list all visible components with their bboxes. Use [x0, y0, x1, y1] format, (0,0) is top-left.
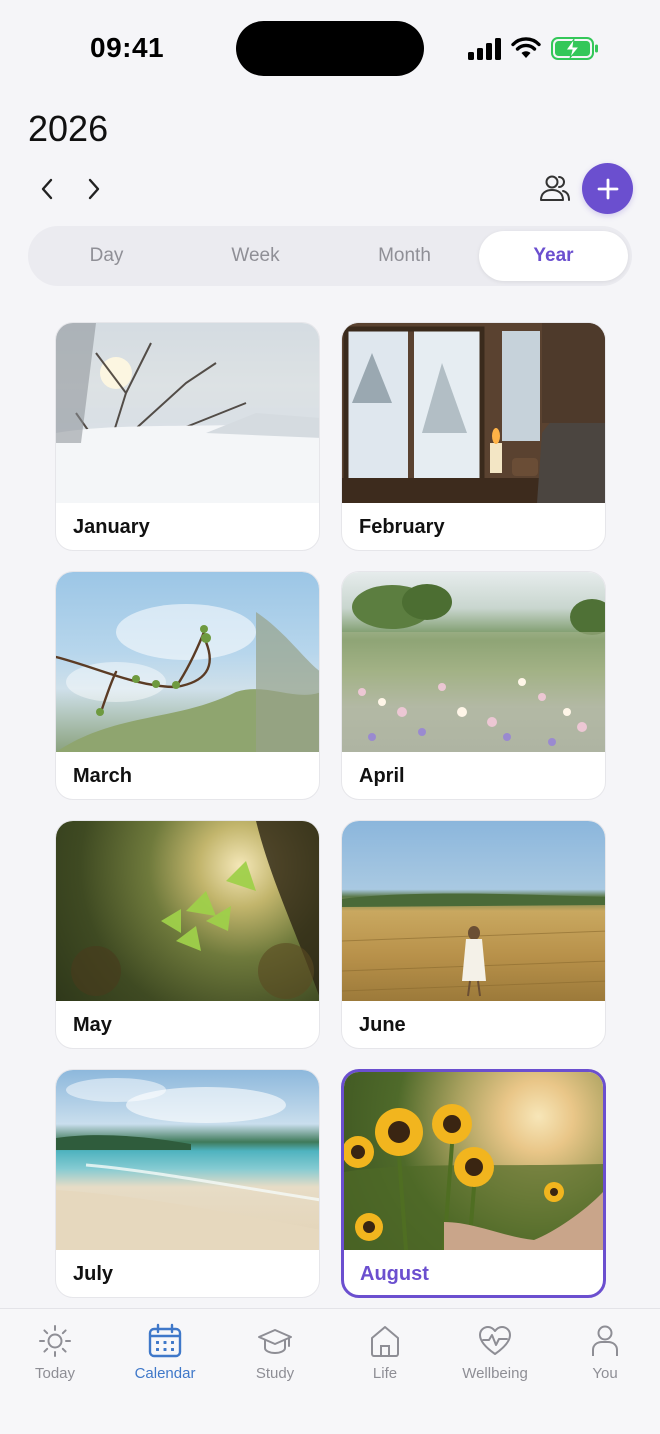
month-photo	[342, 572, 605, 752]
month-photo	[342, 821, 605, 1001]
previous-year-button[interactable]	[32, 174, 62, 204]
graduation-cap-icon	[258, 1329, 292, 1355]
month-photo	[56, 1070, 319, 1250]
month-label: January	[73, 516, 150, 538]
tab-label: Study	[255, 1365, 295, 1382]
shared-people-button[interactable]	[538, 172, 572, 206]
chevron-left-icon	[41, 178, 53, 200]
sun-icon	[39, 1325, 71, 1357]
month-label: February	[359, 516, 445, 538]
tabbar-item-life[interactable]: Life	[330, 1309, 440, 1434]
month-card-may[interactable]: May	[55, 820, 320, 1049]
month-card-june[interactable]: June	[341, 820, 606, 1049]
month-photo	[56, 323, 319, 503]
tab-week[interactable]: Week	[181, 231, 330, 281]
wifi-icon	[511, 37, 541, 58]
chevron-right-icon	[88, 178, 100, 200]
tab-label: Wellbeing	[462, 1365, 528, 1382]
year-title: 2026	[28, 108, 109, 149]
month-card-march[interactable]: March	[55, 571, 320, 800]
month-label: March	[73, 765, 132, 787]
dynamic-island	[236, 21, 424, 76]
month-card-april[interactable]: April	[341, 571, 606, 800]
tab-label: Today	[34, 1365, 76, 1382]
month-label: July	[73, 1263, 114, 1285]
month-photo	[342, 323, 605, 503]
add-event-button[interactable]	[582, 163, 633, 214]
month-photo	[344, 1072, 603, 1250]
tab-label: Calendar	[134, 1365, 196, 1382]
tabbar-item-today[interactable]: Today	[0, 1309, 110, 1434]
status-time: 09:41	[90, 32, 165, 63]
month-label: June	[359, 1014, 406, 1036]
plus-icon	[597, 178, 618, 199]
tabbar-item-wellbeing[interactable]: Wellbeing	[440, 1309, 550, 1434]
people-icon	[540, 175, 570, 201]
month-card-july[interactable]: July	[55, 1069, 320, 1298]
view-switcher: Day Week Month Year	[28, 226, 632, 286]
tabbar-item-study[interactable]: Study	[220, 1309, 330, 1434]
home-icon	[371, 1326, 399, 1357]
month-card-january[interactable]: January	[55, 322, 320, 551]
tab-month[interactable]: Month	[330, 231, 479, 281]
month-label: August	[360, 1263, 429, 1285]
tab-label: Life	[372, 1365, 398, 1382]
battery-charging-icon	[551, 37, 598, 60]
month-label: April	[359, 765, 405, 787]
tab-label: You	[592, 1365, 618, 1382]
tabbar-item-calendar[interactable]: Calendar	[110, 1309, 220, 1434]
status-bar: 09:41	[0, 0, 660, 96]
calendar-icon	[148, 1323, 182, 1358]
tab-year[interactable]: Year	[479, 231, 628, 281]
tabbar-item-you[interactable]: You	[550, 1309, 660, 1434]
cellular-signal-icon	[468, 38, 501, 60]
next-year-button[interactable]	[79, 174, 109, 204]
month-grid: January February March April May June Ju…	[55, 322, 606, 1298]
person-icon	[592, 1325, 618, 1356]
month-photo	[56, 821, 319, 1001]
month-card-february[interactable]: February	[341, 322, 606, 551]
heart-pulse-icon	[479, 1326, 511, 1355]
bottom-tab-bar: Today Calendar Study Life Wellbeing You	[0, 1308, 660, 1434]
month-card-august[interactable]: August	[341, 1069, 606, 1298]
month-photo	[56, 572, 319, 752]
month-label: May	[73, 1014, 112, 1036]
tab-day[interactable]: Day	[32, 231, 181, 281]
